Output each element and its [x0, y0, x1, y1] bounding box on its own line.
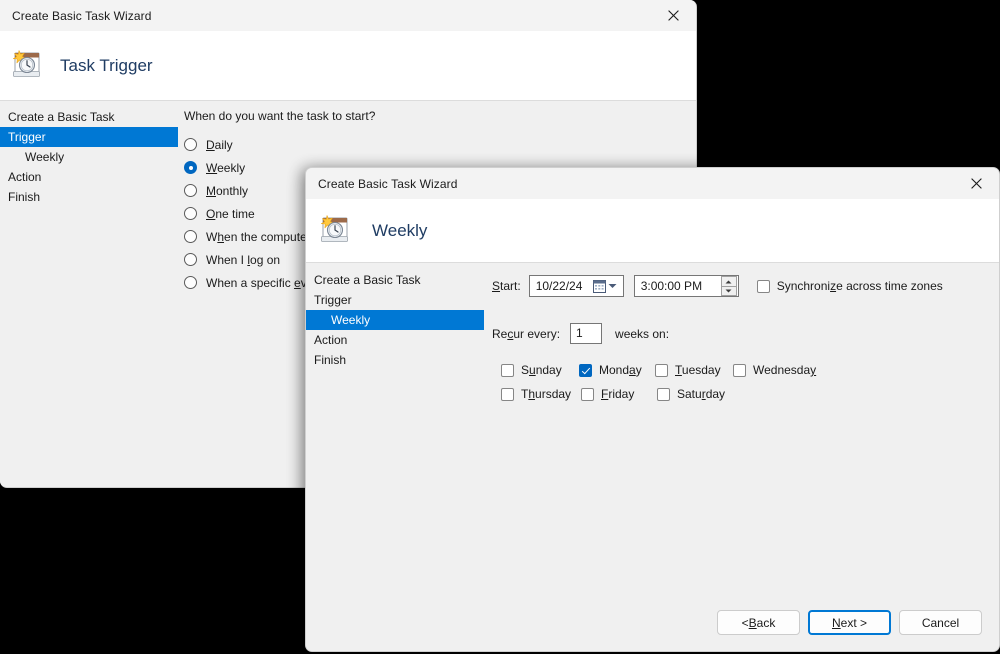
recur-row: Recur every: 1 weeks on:: [492, 323, 999, 344]
radio-indicator-daily: [184, 138, 197, 151]
day-checkbox-monday[interactable]: Monday: [579, 363, 655, 377]
day-label-saturday: Saturday: [677, 387, 726, 401]
back-window-titlebar[interactable]: Create Basic Task Wizard: [0, 0, 696, 31]
day-indicator-sunday: [501, 363, 514, 377]
radio-indicator-when-i-log-on: [184, 253, 197, 266]
cancel-button[interactable]: Cancel: [899, 610, 982, 635]
close-icon[interactable]: [954, 168, 999, 199]
front-window-body: Create a Basic Task Trigger Weekly Actio…: [306, 263, 999, 651]
sync-checkbox-label: Synchronize across time zones: [776, 279, 943, 293]
sidebar-item-finish[interactable]: Finish: [0, 187, 178, 207]
sidebar-item-finish[interactable]: Finish: [306, 350, 484, 370]
front-wizard-steps: Create a Basic Task Trigger Weekly Actio…: [306, 263, 484, 651]
back-window-header: Task Trigger: [0, 31, 696, 101]
sidebar-item-create-a-basic-task[interactable]: Create a Basic Task: [306, 270, 484, 290]
back-wizard-steps: Create a Basic Task Trigger Weekly Actio…: [0, 101, 178, 487]
days-row-1: Sunday Monday Tuesday Wednesday: [492, 363, 999, 377]
front-page-title: Weekly: [372, 220, 428, 240]
day-indicator-wednesday: [733, 363, 746, 377]
front-window-titlebar[interactable]: Create Basic Task Wizard: [306, 168, 999, 199]
day-label-sunday: Sunday: [521, 363, 562, 377]
day-label-monday: Monday: [599, 363, 642, 377]
day-checkbox-wednesday[interactable]: Wednesday: [733, 363, 816, 377]
start-date-input[interactable]: 10/22/24: [528, 275, 624, 297]
radio-option-daily[interactable]: Daily: [184, 133, 696, 156]
day-indicator-thursday: [501, 387, 514, 401]
day-indicator-monday: [579, 363, 592, 377]
dialog-footer: < Back Next > Cancel: [717, 610, 982, 635]
day-label-wednesday: Wednesday: [753, 363, 817, 377]
day-indicator-saturday: [657, 387, 670, 401]
sidebar-item-weekly[interactable]: Weekly: [0, 147, 178, 167]
time-spinner[interactable]: [720, 276, 737, 296]
day-indicator-friday: [581, 387, 594, 401]
spinner-up-icon[interactable]: [720, 276, 737, 286]
spinner-down-icon[interactable]: [720, 286, 737, 296]
trigger-prompt: When do you want the task to start?: [184, 109, 376, 123]
weekly-trigger-window: Create Basic Task Wizard Weekly Create a…: [305, 167, 1000, 652]
day-checkbox-thursday[interactable]: Thursday: [501, 387, 581, 401]
back-window-title: Create Basic Task Wizard: [12, 8, 152, 23]
start-time-value: 3:00:00 PM: [640, 279, 703, 293]
front-window-content: Start: 10/22/24 3:00:00 PM Synchronize a…: [484, 263, 999, 651]
task-scheduler-icon: [316, 212, 350, 249]
chevron-down-icon[interactable]: [608, 283, 617, 289]
sync-across-time-zones-checkbox[interactable]: Synchronize across time zones: [756, 279, 943, 293]
weeks-on-label: weeks on:: [615, 326, 670, 341]
next-button[interactable]: Next >: [808, 610, 891, 635]
radio-label-one-time: One time: [206, 206, 255, 221]
start-row: Start: 10/22/24 3:00:00 PM Synchronize a…: [492, 275, 999, 297]
sidebar-item-create-a-basic-task[interactable]: Create a Basic Task: [0, 107, 178, 127]
day-label-friday: Friday: [601, 387, 635, 401]
calendar-icon[interactable]: [592, 279, 606, 293]
sidebar-item-action[interactable]: Action: [306, 330, 484, 350]
sidebar-item-trigger[interactable]: Trigger: [306, 290, 484, 310]
sidebar-item-action[interactable]: Action: [0, 167, 178, 187]
radio-label-monthly: Monthly: [206, 183, 249, 198]
radio-label-when-i-log-on: When I log on: [206, 252, 281, 267]
day-label-tuesday: Tuesday: [675, 363, 721, 377]
task-scheduler-icon: [8, 47, 42, 84]
day-checkbox-friday[interactable]: Friday: [581, 387, 657, 401]
back-page-title: Task Trigger: [60, 55, 153, 75]
day-checkbox-saturday[interactable]: Saturday: [657, 387, 725, 401]
day-checkbox-sunday[interactable]: Sunday: [501, 363, 579, 377]
radio-label-daily: Daily: [206, 137, 233, 152]
radio-indicator-monthly: [184, 184, 197, 197]
start-date-value: 10/22/24: [535, 279, 583, 293]
radio-indicator-weekly: [184, 161, 197, 174]
close-icon[interactable]: [651, 0, 696, 31]
sidebar-item-weekly[interactable]: Weekly: [306, 310, 484, 330]
day-indicator-tuesday: [655, 363, 668, 377]
radio-indicator-when-a-specific-event-is-logged: [184, 276, 197, 289]
recur-interval-value: 1: [576, 326, 583, 340]
sidebar-item-trigger[interactable]: Trigger: [0, 127, 178, 147]
recur-every-label: Recur every:: [492, 326, 561, 341]
back-button[interactable]: < Back: [717, 610, 800, 635]
recur-interval-input[interactable]: 1: [570, 323, 603, 344]
day-label-thursday: Thursday: [521, 387, 572, 401]
sync-checkbox-indicator: [756, 279, 770, 293]
radio-label-weekly: Weekly: [206, 160, 246, 175]
day-checkbox-tuesday[interactable]: Tuesday: [655, 363, 733, 377]
radio-indicator-when-the-computer-starts: [184, 230, 197, 243]
front-window-title: Create Basic Task Wizard: [318, 176, 458, 191]
days-row-2: Thursday Friday Saturday: [492, 387, 999, 401]
start-time-input[interactable]: 3:00:00 PM: [633, 275, 739, 297]
radio-indicator-one-time: [184, 207, 197, 220]
front-window-header: Weekly: [306, 199, 999, 263]
start-label: Start:: [492, 279, 521, 293]
